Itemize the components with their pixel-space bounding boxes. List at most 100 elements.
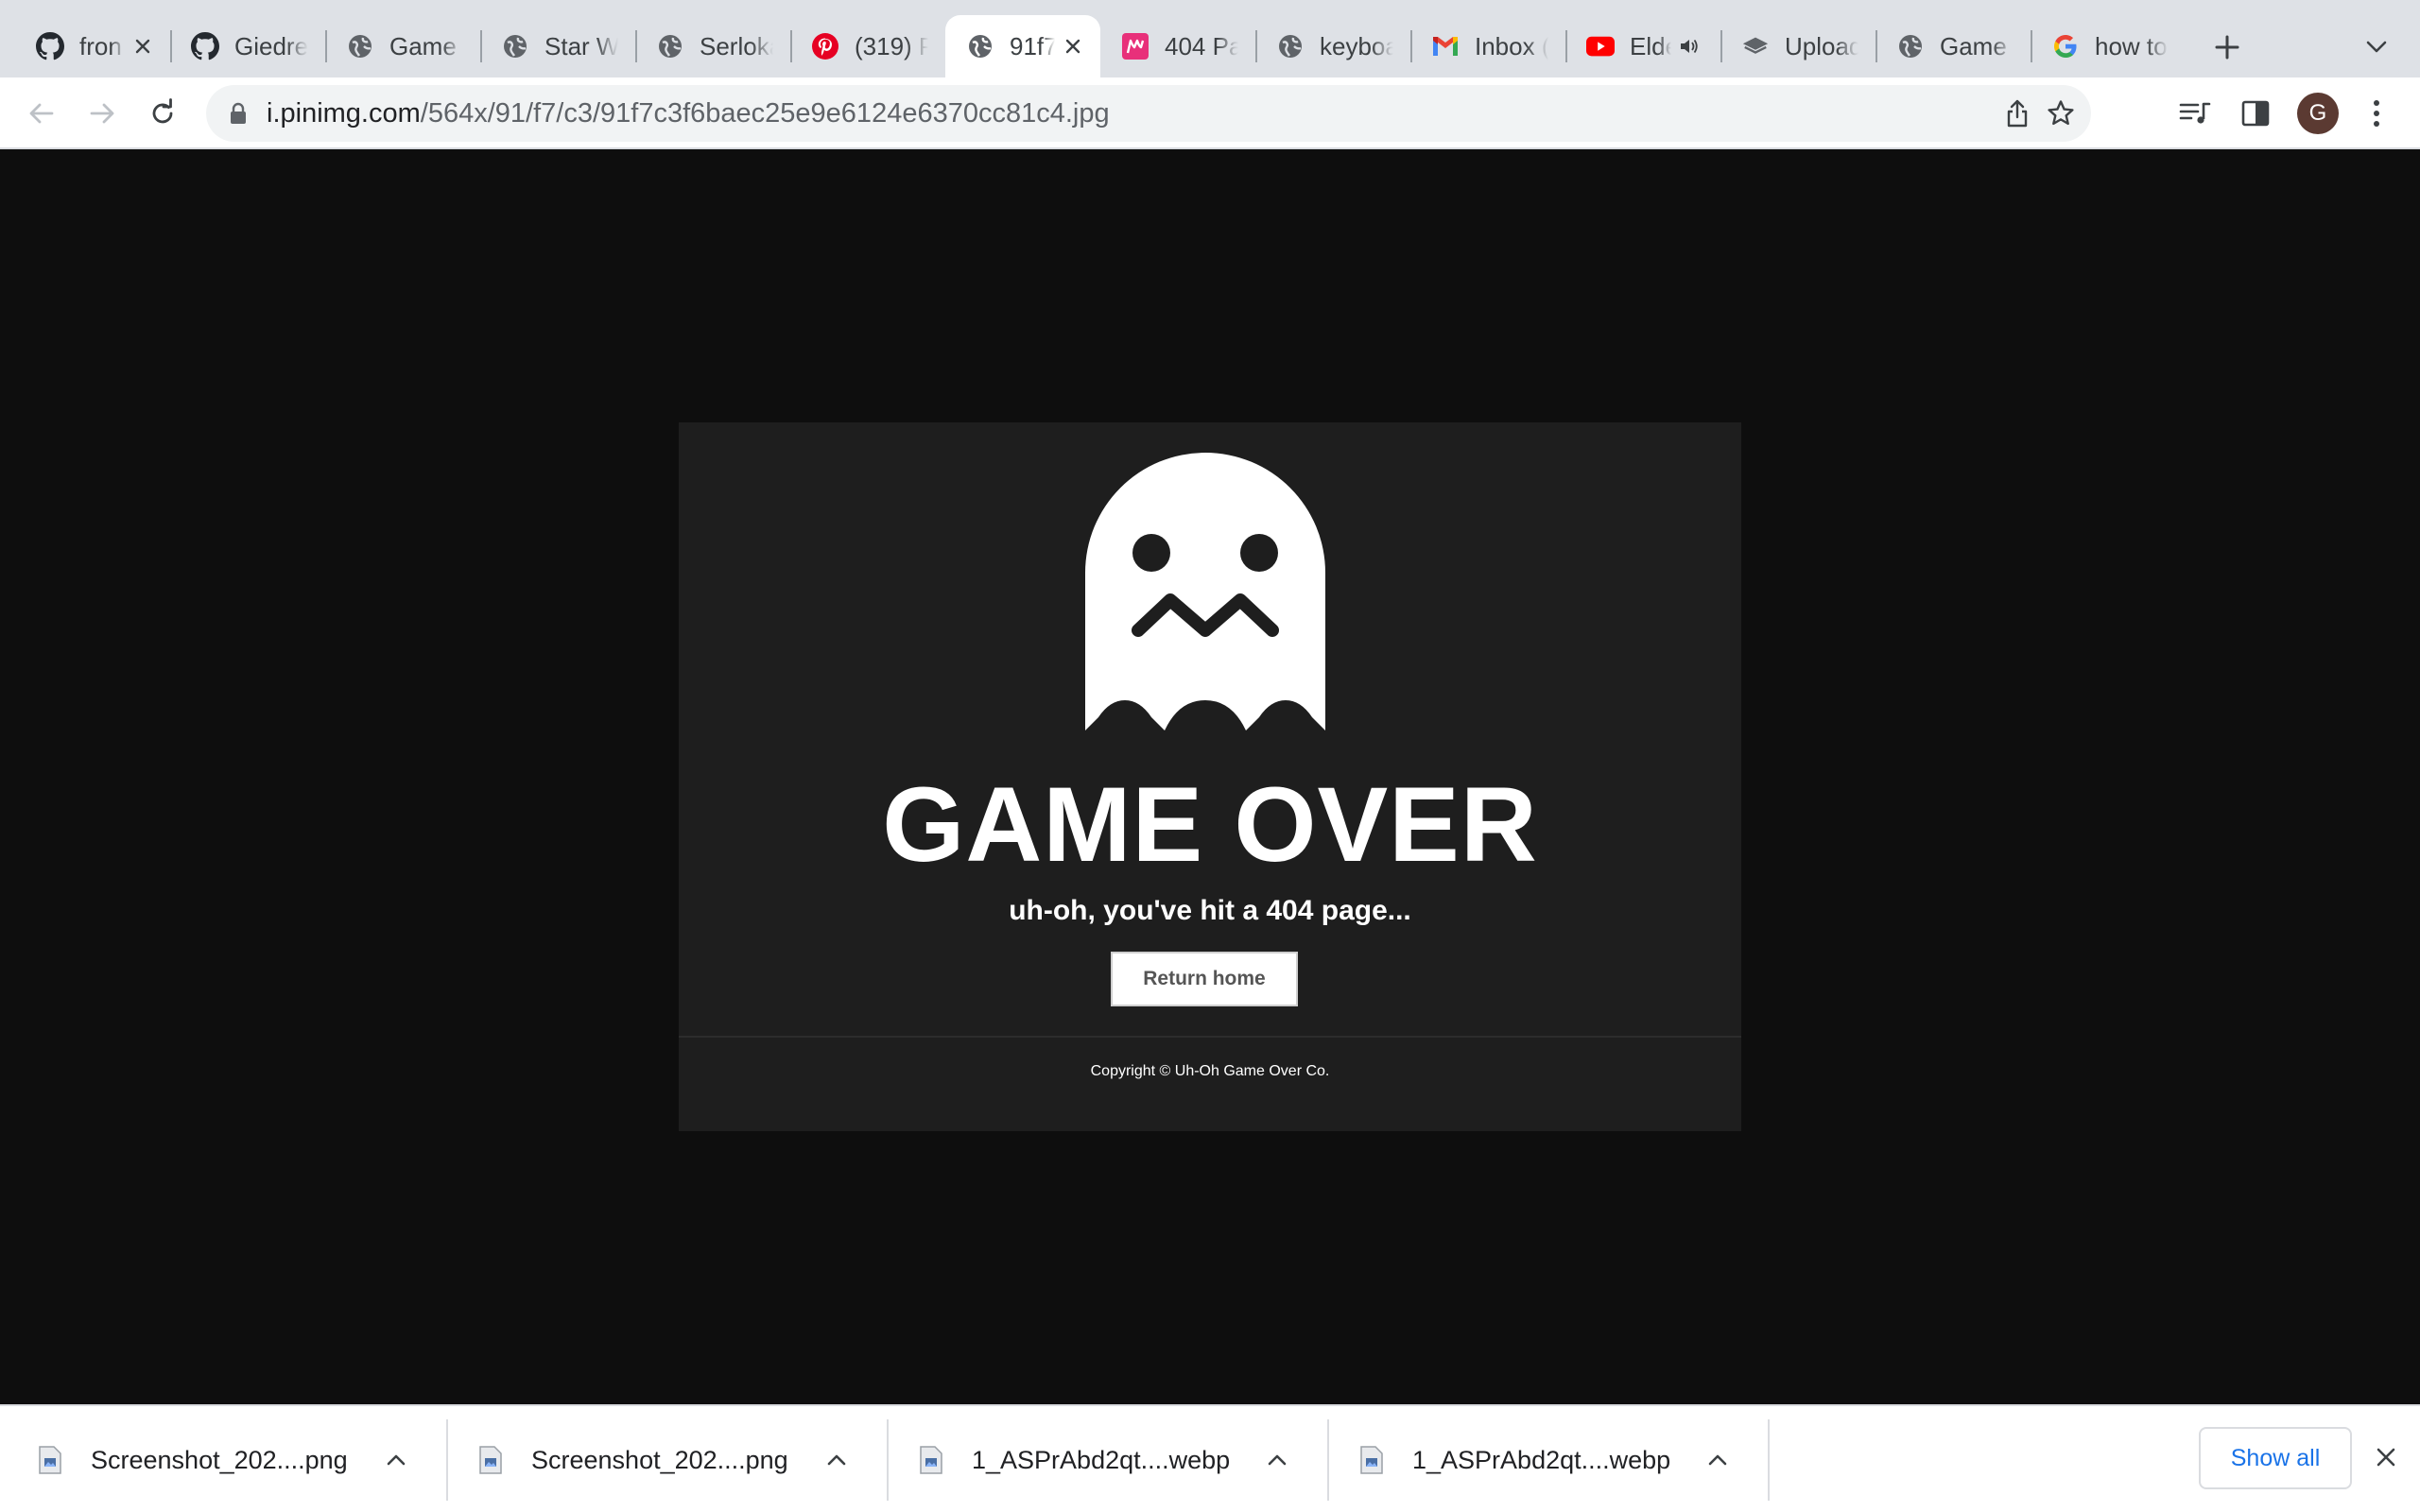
download-filename: Screenshot_202....png: [91, 1446, 348, 1474]
github-icon: [191, 32, 219, 60]
url-text[interactable]: i.pinimg.com/564x/91/f7/c3/91f7c3f6baec2…: [267, 85, 1110, 142]
tab[interactable]: Star Wa: [480, 15, 635, 77]
share-button[interactable]: [1998, 94, 2036, 132]
download-filename: Screenshot_202....png: [531, 1446, 788, 1474]
chevron-up-icon[interactable]: [1263, 1446, 1291, 1474]
tab-strip: fron GiedreP Game O: [0, 0, 2420, 77]
tab-active[interactable]: 91f7: [945, 15, 1100, 77]
tab[interactable]: keyboa: [1255, 15, 1410, 77]
globe-icon: [1276, 32, 1305, 60]
url-path: /564x/91/f7/c3/91f7c3f6baec25e9e6124e637…: [420, 98, 1110, 129]
share-icon: [2007, 99, 2028, 128]
address-bar[interactable]: i.pinimg.com/564x/91/f7/c3/91f7c3f6baec2…: [206, 85, 2091, 142]
show-all-button[interactable]: Show all: [2199, 1427, 2352, 1489]
github-icon: [36, 32, 64, 60]
chevron-down-icon: [2366, 41, 2387, 53]
tab[interactable]: Game O: [325, 15, 480, 77]
arrow-right-icon: [90, 103, 114, 124]
tab[interactable]: Upload: [1720, 15, 1876, 77]
tab-title: Upload: [1785, 31, 1858, 60]
tab-title: fron: [79, 31, 122, 60]
copyright-text: Copyright © Uh-Oh Game Over Co.: [1090, 1063, 1330, 1079]
page-title: GAME OVER: [882, 765, 1538, 884]
globe-icon: [1896, 32, 1925, 60]
file-icon: [1360, 1446, 1383, 1474]
download-item[interactable]: 1_ASPrAbd2qt....webp: [1322, 1421, 1762, 1499]
globe-icon: [346, 32, 374, 60]
download-bar: Screenshot_202....png Screenshot_202....…: [0, 1404, 2420, 1512]
m-icon: [1121, 32, 1150, 60]
back-button[interactable]: [19, 91, 64, 136]
download-item[interactable]: 1_ASPrAbd2qt....webp: [881, 1421, 1322, 1499]
tab[interactable]: (319) P: [790, 15, 945, 77]
download-filename: 1_ASPrAbd2qt....webp: [1412, 1446, 1671, 1474]
forward-button[interactable]: [79, 91, 125, 136]
media-control-button[interactable]: [2176, 94, 2214, 132]
globe-icon: [966, 32, 994, 60]
star-icon: [2048, 100, 2074, 126]
download-filename: 1_ASPrAbd2qt....webp: [972, 1446, 1231, 1474]
chevron-up-icon[interactable]: [1703, 1446, 1732, 1474]
url-host: i.pinimg.com: [267, 98, 421, 129]
tab[interactable]: fron: [15, 15, 170, 77]
tab-title: GiedreP: [234, 31, 308, 60]
chevron-up-icon[interactable]: [822, 1446, 851, 1474]
tab[interactable]: Game O: [1876, 15, 2031, 77]
profile-avatar[interactable]: G: [2297, 93, 2339, 134]
reload-button[interactable]: [140, 91, 185, 136]
queue-music-icon: [2179, 102, 2211, 124]
tab-title: (319) P: [855, 31, 928, 60]
bookmark-star-button[interactable]: [2042, 94, 2080, 132]
chrome-menu-button[interactable]: [2358, 94, 2395, 132]
browser-window: fron GiedreP Game O: [0, 0, 2420, 1512]
more-vertical-icon: [2374, 100, 2379, 127]
file-icon: [479, 1446, 502, 1474]
youtube-icon: [1586, 32, 1615, 60]
tab[interactable]: GiedreP: [170, 15, 325, 77]
close-icon[interactable]: [1063, 36, 1083, 57]
close-icon: [2377, 1448, 2395, 1467]
tab-title: keyboa: [1320, 31, 1393, 60]
tab-title: Game O: [389, 31, 463, 60]
tab[interactable]: Elde: [1565, 15, 1720, 77]
file-icon: [920, 1446, 942, 1474]
globe-icon: [656, 32, 684, 60]
return-home-button: Return home: [1111, 952, 1298, 1006]
tab-search-button[interactable]: [2358, 30, 2395, 64]
file-icon: [39, 1446, 61, 1474]
tab-title: 404 Pa: [1165, 31, 1238, 60]
toolbar: i.pinimg.com/564x/91/f7/c3/91f7c3f6baec2…: [0, 77, 2420, 149]
close-download-bar-button[interactable]: [2371, 1442, 2401, 1472]
displayed-image: GAME OVER uh-oh, you've hit a 404 page..…: [679, 422, 1741, 1131]
gmail-icon: [1431, 32, 1460, 60]
arrow-left-icon: [29, 103, 54, 124]
plus-icon: [2215, 35, 2239, 60]
tab-title: how to: [2095, 31, 2168, 60]
side-panel-button[interactable]: [2237, 94, 2274, 132]
download-item[interactable]: Screenshot_202....png: [0, 1421, 441, 1499]
tab[interactable]: Serloka: [635, 15, 790, 77]
layers-icon: [1741, 32, 1770, 60]
tab[interactable]: Inbox (2: [1410, 15, 1565, 77]
tab[interactable]: 404 Pa: [1100, 15, 1255, 77]
speaker-icon[interactable]: [1679, 36, 1700, 57]
pinterest-icon: [811, 32, 839, 60]
tab-list: fron GiedreP Game O: [15, 15, 2186, 77]
download-separator: [1768, 1419, 1770, 1501]
divider: [679, 1036, 1741, 1038]
lock-icon[interactable]: [225, 100, 251, 127]
ghost-icon: [1085, 453, 1325, 730]
reload-icon: [152, 98, 173, 124]
chevron-up-icon[interactable]: [382, 1446, 410, 1474]
close-icon[interactable]: [132, 36, 153, 57]
tab-title: 91f7: [1010, 31, 1055, 60]
tab-title: Inbox (2: [1475, 31, 1548, 60]
tab-title: Elde: [1630, 31, 1671, 60]
page-viewport: GAME OVER uh-oh, you've hit a 404 page..…: [0, 149, 2420, 1404]
side-panel-icon: [2241, 100, 2270, 127]
new-tab-button[interactable]: [2208, 28, 2246, 66]
tab-title: Serloka: [700, 31, 773, 60]
tab-title: Star Wa: [544, 31, 618, 60]
tab[interactable]: how to: [2031, 15, 2186, 77]
download-item[interactable]: Screenshot_202....png: [441, 1421, 881, 1499]
